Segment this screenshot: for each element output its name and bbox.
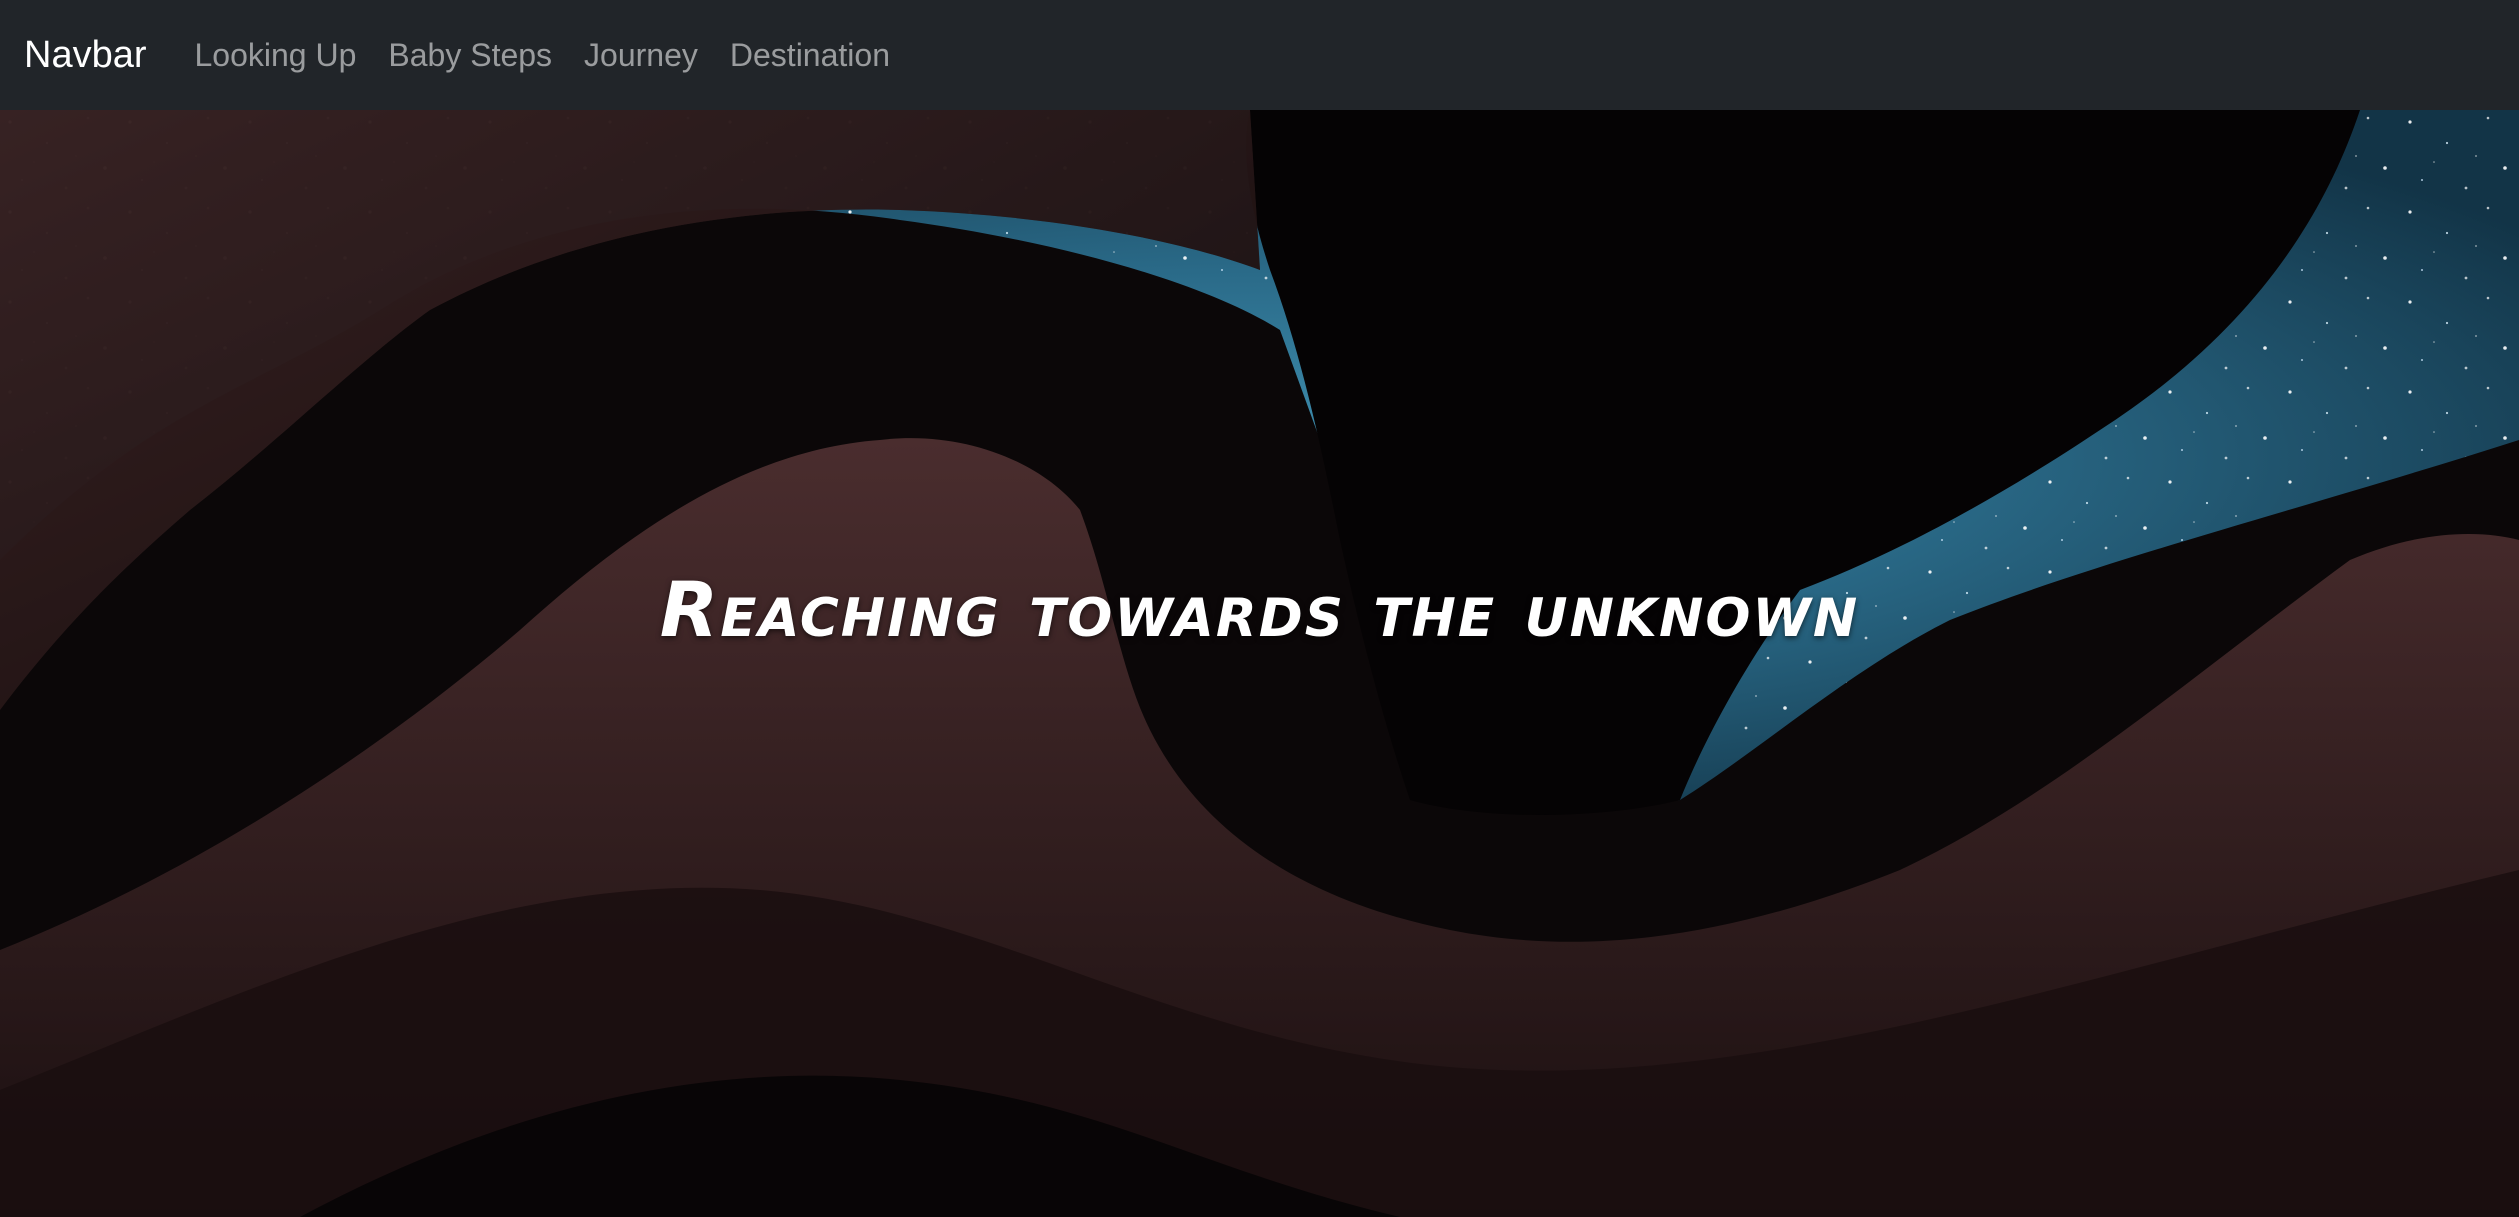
- top-navbar: Navbar Looking Up Baby Steps Journey Des…: [0, 0, 2519, 110]
- nav-links: Looking Up Baby Steps Journey Destinatio…: [195, 37, 922, 74]
- hero-title: Reaching towards the unknown: [659, 565, 1860, 654]
- nav-link-baby-steps[interactable]: Baby Steps: [388, 37, 552, 74]
- nav-link-looking-up[interactable]: Looking Up: [195, 37, 357, 74]
- navbar-brand[interactable]: Navbar: [24, 34, 147, 77]
- nav-link-journey[interactable]: Journey: [584, 37, 698, 74]
- nav-link-destination[interactable]: Destination: [730, 37, 890, 74]
- hero-section: Reaching towards the unknown: [0, 110, 2519, 1217]
- hero-background-image: [0, 110, 2519, 1217]
